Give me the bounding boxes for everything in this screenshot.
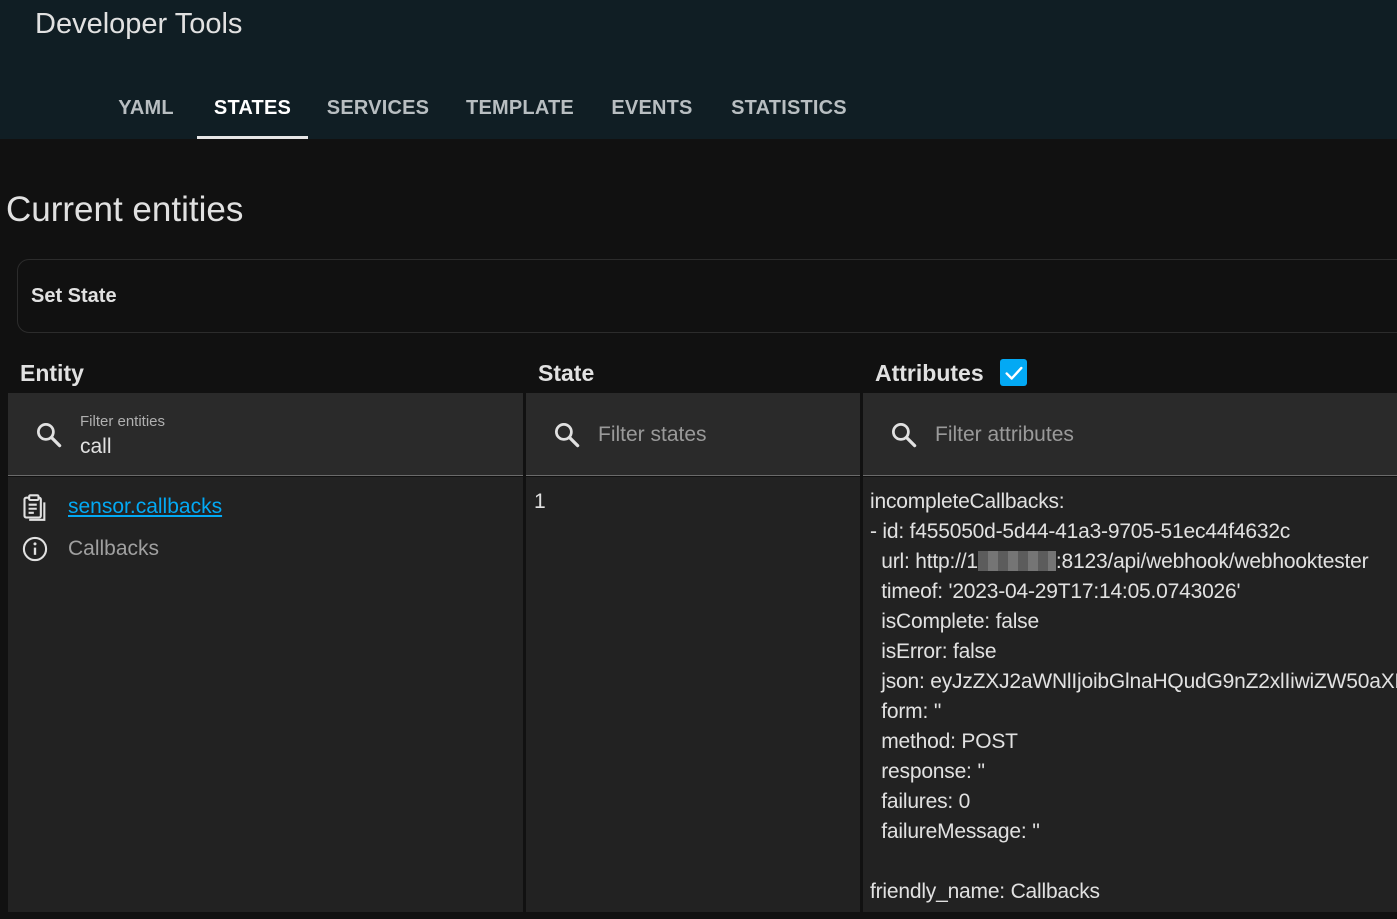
attr-line: failures: 0 [870,790,971,813]
app-title: Developer Tools [35,8,243,40]
checkmark-icon [1004,366,1023,380]
attr-line: failureMessage: '' [870,820,1040,843]
state-cell: 1 [526,477,860,912]
filter-states-input[interactable] [598,420,850,450]
search-icon [37,423,62,448]
attr-line: isComplete: false [870,610,1039,633]
tab-yaml[interactable]: YAML [100,77,192,139]
tab-template[interactable]: TEMPLATE [452,77,588,139]
app-header: Developer Tools YAML STATES SERVICES TEM… [0,0,1397,139]
attr-line: method: POST [870,730,1018,753]
attr-line: isError: false [870,640,997,663]
filter-states-field[interactable] [526,393,860,476]
filter-entities-value: call [80,435,112,458]
filter-entities-label: Filter entities [80,413,166,430]
tab-states[interactable]: STATES [197,77,308,139]
attr-line: - id: f455050d-5d44-41a3-9705-51ec44f463… [870,520,1291,543]
attr-line: :8123/api/webhook/webhooktester [1055,550,1369,573]
attr-line: url: http://1 [870,550,978,573]
filter-attributes-input[interactable] [935,420,1387,450]
page-title: Current entities [6,190,244,229]
entity-cell: sensor.callbacks Callbacks [8,477,523,912]
attr-line: form: '' [870,700,942,723]
column-header-entity: Entity [20,360,84,386]
filter-attributes-field[interactable] [863,393,1397,476]
search-icon [892,423,917,448]
attr-line: response: '' [870,760,985,783]
entity-friendly-name: Callbacks [68,537,160,560]
attributes-text: incompleteCallbacks: - id: f455050d-5d44… [870,487,1397,907]
attributes-cell: incompleteCallbacks: - id: f455050d-5d44… [863,477,1397,912]
tab-events[interactable]: EVENTS [600,77,704,139]
tab-services[interactable]: SERVICES [316,77,440,139]
attr-line: friendly_name: Callbacks [870,880,1100,903]
attr-line: timeof: '2023-04-29T17:14:05.0743026' [870,580,1241,603]
page: Developer Tools YAML STATES SERVICES TEM… [0,0,1397,919]
attr-line: json: eyJzZXJ2aWNlIjoibGlnaHQudG9nZ2xlIi… [870,670,1397,693]
attr-line: incompleteCallbacks: [870,490,1065,513]
set-state-label: Set State [31,285,117,307]
redacted-block [977,551,1056,571]
set-state-card[interactable]: Set State [17,259,1397,333]
column-header-attributes: Attributes [875,360,984,386]
state-value: 1 [534,490,546,513]
clipboard-icon[interactable] [21,493,49,521]
entity-id-link[interactable]: sensor.callbacks [68,495,222,519]
info-icon[interactable] [21,535,49,563]
attributes-checkbox[interactable] [1000,359,1027,386]
column-header-state: State [538,360,595,386]
filter-entities-field[interactable]: Filter entities call [8,393,523,476]
tab-statistics[interactable]: STATISTICS [718,77,860,139]
search-icon [555,423,580,448]
